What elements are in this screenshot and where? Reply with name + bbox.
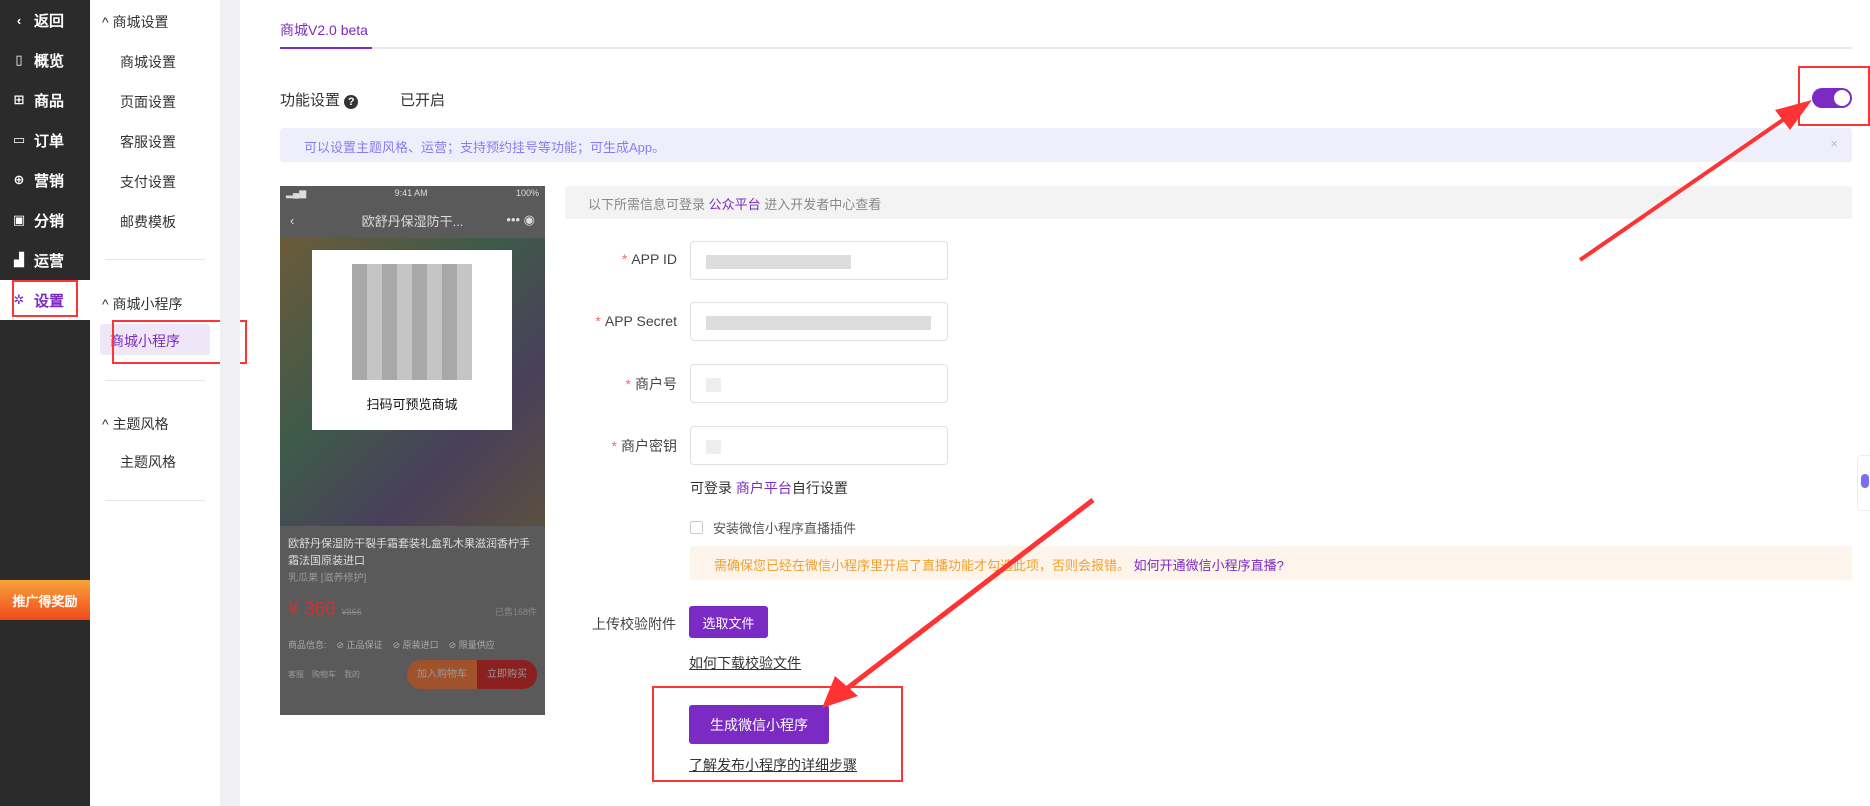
nav-item-5[interactable]: ▣ 分销 — [0, 200, 90, 240]
wallet-icon: ▣ — [12, 212, 26, 227]
main-nav: ‹ 返回 ▯ 概览 ⊞ 商品 ▭ 订单 ⊕ 营销 ▣ 分销 ▟ 运营 ✲ 设置 推广得奖励 — [0, 0, 90, 806]
submenu-item[interactable]: 客服设置 — [120, 132, 176, 152]
upload-label: 上传校验附件 — [592, 616, 676, 632]
submenu-group-title[interactable]: ^ 主题风格 — [102, 414, 168, 434]
submenu-item-active[interactable]: 商城小程序 — [100, 324, 210, 355]
merchant-key-input[interactable] — [690, 426, 948, 465]
nav-item-label: 营销 — [34, 172, 65, 190]
merchant-id-input[interactable] — [690, 364, 948, 403]
checkbox[interactable] — [690, 521, 703, 534]
feature-toggle[interactable] — [1812, 88, 1852, 108]
publish-help-link[interactable]: 了解发布小程序的详细步骤 — [689, 755, 857, 775]
download-help-link[interactable]: 如何下载校验文件 — [689, 653, 801, 673]
signal-icon: ▂▄▆ — [286, 188, 307, 198]
gear-icon: ✲ — [13, 292, 25, 307]
merchant-platform-link[interactable]: 商户平台 — [736, 480, 792, 496]
gutter — [220, 0, 240, 806]
qr-code — [352, 264, 472, 380]
submenu-item[interactable]: 页面设置 — [120, 92, 176, 112]
nav-item-0[interactable]: ‹ 返回 — [0, 0, 90, 40]
feature-setting-label: 功能设置 ? — [280, 89, 359, 110]
divider — [105, 380, 205, 381]
help-icon[interactable]: ? — [344, 95, 359, 109]
close-icon[interactable]: × — [1830, 136, 1838, 151]
book-icon: ▯ — [15, 52, 23, 67]
app-id-label: * APP ID — [621, 251, 677, 267]
bar-chart-icon: ▟ — [14, 252, 24, 267]
nav-item-label: 分销 — [34, 212, 65, 230]
gift-icon: ⊞ — [13, 92, 25, 107]
nav-item-label: 商品 — [34, 92, 65, 110]
choose-file-button[interactable]: 选取文件 — [689, 606, 768, 638]
merchant-id-label: * 商户号 — [625, 376, 677, 392]
floating-support-widget[interactable] — [1857, 455, 1870, 511]
nav-item-label: 概览 — [34, 52, 65, 70]
live-notice: 需确保您已经在微信小程序里开启了直播功能才勾选此项，否则会报错。 如何开通微信小… — [690, 546, 1852, 580]
developer-info-bar: 以下所需信息可登录 公众平台 进入开发者中心查看 — [565, 186, 1852, 219]
live-help-link[interactable]: 如何开通微信小程序直播? — [1134, 558, 1284, 573]
promo-banner[interactable]: 推广得奖励 — [0, 580, 90, 620]
nav-item-label: 设置 — [34, 292, 65, 310]
product-image: 扫码可预览商城 — [280, 238, 545, 526]
submenu-item[interactable]: 主题风格 — [120, 452, 176, 472]
target-icon: ⊕ — [13, 172, 25, 187]
nav-item-label: 订单 — [34, 132, 65, 150]
phone-preview: ▂▄▆ 9:41 AM 100% ‹ 欧舒丹保湿防干... ••• ◉ 扫码可预览商城 … — [280, 186, 545, 715]
info-banner: 可以设置主题风格、运营；支持预约挂号等功能；可生成App。 × — [280, 128, 1852, 162]
submenu-item[interactable]: 支付设置 — [120, 172, 176, 192]
nav-item-6[interactable]: ▟ 运营 — [0, 240, 90, 280]
submenu-item[interactable]: 商城设置 — [120, 52, 176, 72]
arrow-to-generate — [822, 498, 1095, 708]
capsule-icon: ••• ◉ — [506, 212, 535, 227]
tab-bar-line — [280, 47, 1852, 49]
chevron-left-icon: ‹ — [16, 12, 22, 28]
folder-icon: ▭ — [12, 132, 26, 147]
nav-item-label: 运营 — [34, 252, 65, 270]
submenu-group-title[interactable]: ^ 商城设置 — [102, 12, 168, 32]
submenu-item[interactable]: 邮费模板 — [120, 212, 176, 232]
nav-item-4[interactable]: ⊕ 营销 — [0, 160, 90, 200]
tab-active-indicator — [280, 47, 372, 49]
back-icon: ‹ — [290, 212, 295, 228]
app-id-input[interactable] — [690, 241, 948, 280]
live-plugin-option[interactable]: 安装微信小程序直播插件 — [690, 518, 856, 537]
merchant-key-label: * 商户密钥 — [611, 438, 677, 454]
sub-menu: ^ 商城设置 商城设置 页面设置 客服设置 支付设置 邮费模板 ^ 商城小程序 … — [90, 0, 220, 806]
nav-item-1[interactable]: ▯ 概览 — [0, 40, 90, 80]
arrow-to-toggle — [1578, 100, 1812, 262]
feature-status: 已开启 — [400, 92, 446, 109]
divider — [105, 500, 205, 501]
nav-item-2[interactable]: ⊞ 商品 — [0, 80, 90, 120]
app-secret-label: * APP Secret — [595, 313, 677, 329]
merchant-platform-hint: 可登录 商户平台自行设置 — [690, 480, 848, 496]
submenu-group-title[interactable]: ^ 商城小程序 — [102, 294, 182, 314]
divider — [105, 259, 205, 260]
generate-miniprogram-button[interactable]: 生成微信小程序 — [689, 705, 829, 744]
qr-preview-card: 扫码可预览商城 — [312, 250, 512, 430]
headset-icon — [1861, 474, 1869, 488]
nav-item-7[interactable]: ✲ 设置 — [0, 280, 90, 320]
nav-item-label: 返回 — [34, 12, 65, 30]
app-secret-input[interactable] — [690, 302, 948, 341]
tab-mall-v2[interactable]: 商城V2.0 beta — [280, 20, 368, 40]
nav-item-3[interactable]: ▭ 订单 — [0, 120, 90, 160]
public-platform-link[interactable]: 公众平台 — [709, 197, 761, 212]
